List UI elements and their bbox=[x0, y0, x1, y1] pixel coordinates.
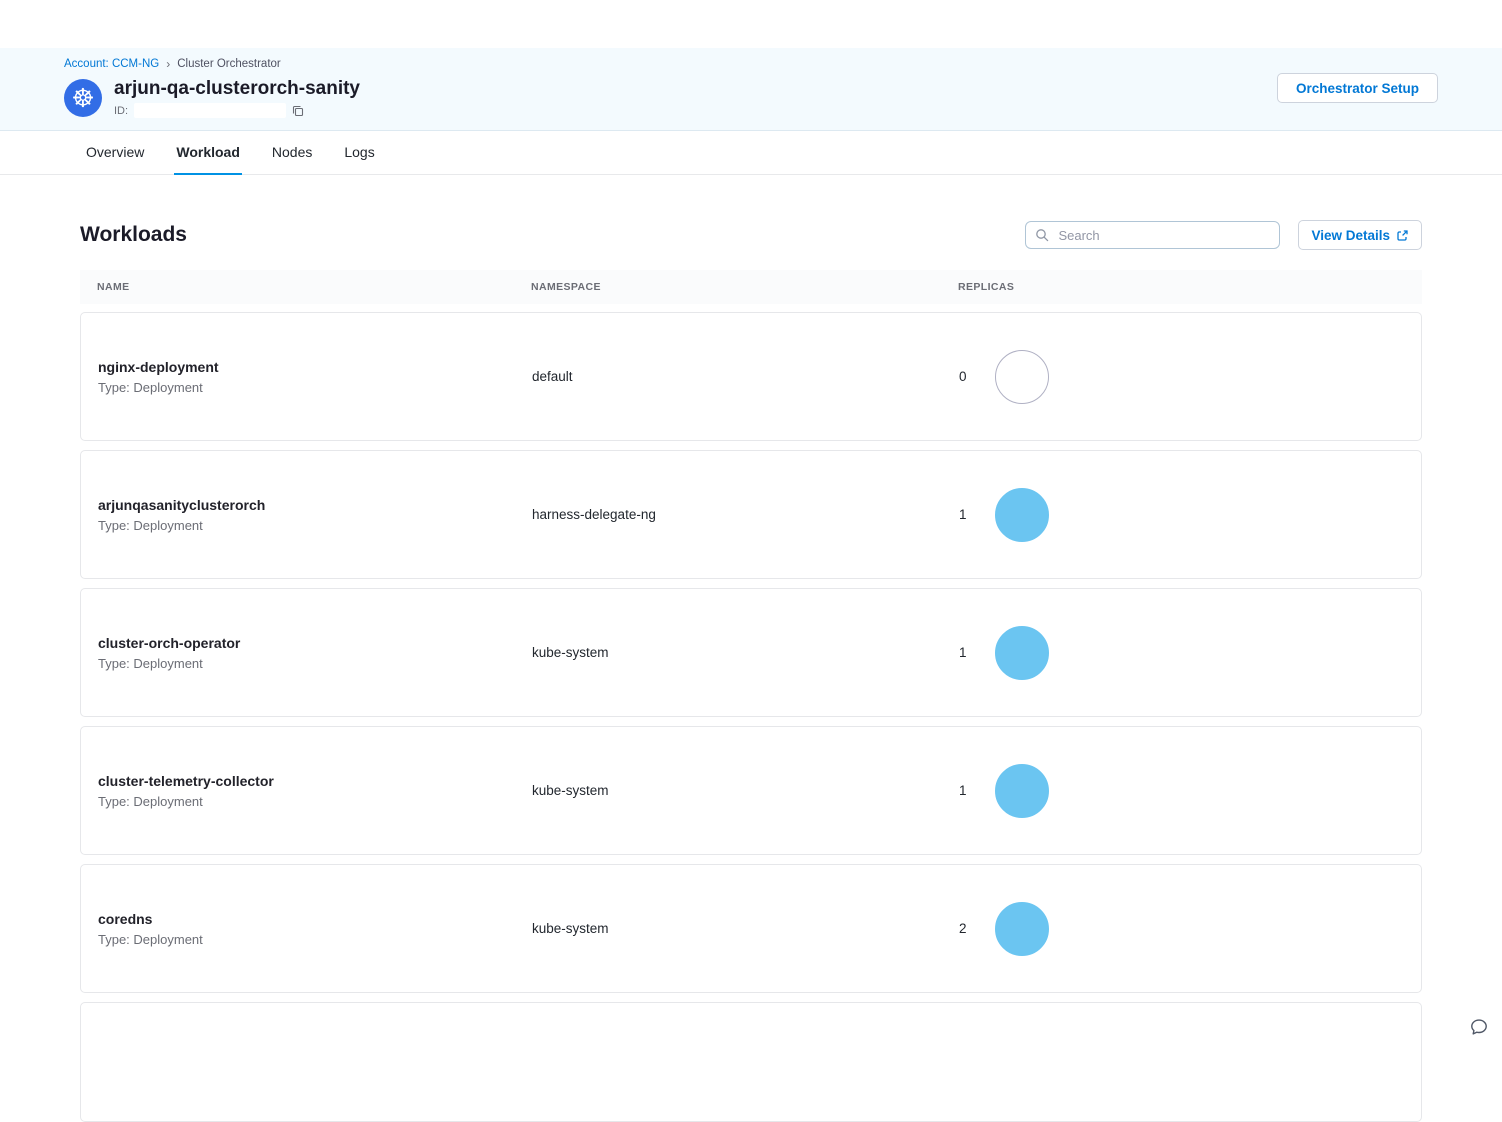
workloads-header: Workloads View Details bbox=[80, 220, 1422, 250]
tab-logs[interactable]: Logs bbox=[342, 131, 376, 175]
tab-workload[interactable]: Workload bbox=[174, 131, 242, 175]
workload-namespace: default bbox=[532, 369, 959, 384]
tab-bar: Overview Workload Nodes Logs bbox=[0, 131, 1502, 175]
kubernetes-icon: ☸ bbox=[64, 79, 102, 117]
search-input[interactable] bbox=[1056, 227, 1270, 244]
column-header-namespace: NAMESPACE bbox=[531, 281, 958, 293]
replica-status-circle bbox=[995, 488, 1049, 542]
workload-namespace: kube-system bbox=[532, 783, 959, 798]
replica-count: 1 bbox=[959, 645, 967, 660]
replica-count: 1 bbox=[959, 783, 967, 798]
cluster-id-redacted bbox=[134, 103, 286, 118]
replica-count: 0 bbox=[959, 369, 967, 384]
table-row[interactable]: nginx-deployment Type: Deployment defaul… bbox=[80, 312, 1422, 441]
workload-namespace: kube-system bbox=[532, 921, 959, 936]
workload-name-cell: arjunqasanityclusterorch Type: Deploymen… bbox=[98, 497, 532, 533]
replica-status-circle bbox=[995, 626, 1049, 680]
workload-replicas-cell: 1 bbox=[959, 488, 1404, 542]
cluster-id-label: ID: bbox=[114, 105, 128, 117]
workload-type: Type: Deployment bbox=[98, 380, 532, 395]
workload-name: nginx-deployment bbox=[98, 359, 532, 375]
view-details-button[interactable]: View Details bbox=[1298, 220, 1422, 250]
replica-status-circle bbox=[995, 764, 1049, 818]
workload-row-list: nginx-deployment Type: Deployment defaul… bbox=[80, 312, 1422, 993]
workload-name-cell: cluster-telemetry-collector Type: Deploy… bbox=[98, 773, 532, 809]
replica-status-circle bbox=[995, 902, 1049, 956]
workload-name-cell: coredns Type: Deployment bbox=[98, 911, 532, 947]
replica-status-circle bbox=[995, 350, 1049, 404]
workload-name: cluster-orch-operator bbox=[98, 635, 532, 651]
workload-type: Type: Deployment bbox=[98, 518, 532, 533]
workloads-panel: Workloads View Details NAME bbox=[0, 175, 1502, 1122]
external-link-icon bbox=[1396, 229, 1409, 242]
table-row[interactable]: cluster-telemetry-collector Type: Deploy… bbox=[80, 726, 1422, 855]
breadcrumb-chevron-icon: › bbox=[166, 58, 170, 70]
workload-replicas-cell: 0 bbox=[959, 350, 1404, 404]
page-header: Account: CCM-NG › Cluster Orchestrator ☸… bbox=[0, 48, 1502, 131]
workloads-title: Workloads bbox=[80, 223, 187, 247]
search-box[interactable] bbox=[1025, 221, 1280, 249]
chat-bubble-icon[interactable] bbox=[1469, 1017, 1489, 1037]
table-row[interactable]: arjunqasanityclusterorch Type: Deploymen… bbox=[80, 450, 1422, 579]
breadcrumb-account-link[interactable]: Account: CCM-NG bbox=[64, 58, 159, 70]
tab-overview[interactable]: Overview bbox=[84, 131, 146, 175]
replica-count: 2 bbox=[959, 921, 967, 936]
workload-name: coredns bbox=[98, 911, 532, 927]
workload-name: arjunqasanityclusterorch bbox=[98, 497, 532, 513]
tab-nodes[interactable]: Nodes bbox=[270, 131, 314, 175]
cluster-id-line: ID: bbox=[114, 103, 360, 118]
view-details-label: View Details bbox=[1311, 228, 1390, 243]
kubernetes-wheel-glyph: ☸ bbox=[71, 85, 94, 111]
replica-count: 1 bbox=[959, 507, 967, 522]
breadcrumb-current: Cluster Orchestrator bbox=[177, 58, 281, 70]
table-header: NAME NAMESPACE REPLICAS bbox=[80, 270, 1422, 304]
table-row-partial[interactable] bbox=[80, 1002, 1422, 1122]
workload-name: cluster-telemetry-collector bbox=[98, 773, 532, 789]
workload-type: Type: Deployment bbox=[98, 794, 532, 809]
column-header-name: NAME bbox=[97, 281, 531, 293]
workload-type: Type: Deployment bbox=[98, 656, 532, 671]
orchestrator-setup-button[interactable]: Orchestrator Setup bbox=[1277, 73, 1438, 103]
workload-namespace: kube-system bbox=[532, 645, 959, 660]
workload-namespace: harness-delegate-ng bbox=[532, 507, 959, 522]
workload-type: Type: Deployment bbox=[98, 932, 532, 947]
workload-replicas-cell: 2 bbox=[959, 902, 1404, 956]
search-icon bbox=[1035, 228, 1049, 242]
table-row[interactable]: coredns Type: Deployment kube-system 2 bbox=[80, 864, 1422, 993]
table-row[interactable]: cluster-orch-operator Type: Deployment k… bbox=[80, 588, 1422, 717]
copy-icon[interactable] bbox=[292, 105, 304, 117]
column-header-replicas: REPLICAS bbox=[958, 281, 1405, 293]
workload-name-cell: nginx-deployment Type: Deployment bbox=[98, 359, 532, 395]
page-title: arjun-qa-clusterorch-sanity bbox=[114, 77, 360, 100]
cluster-title-block: ☸ arjun-qa-clusterorch-sanity ID: bbox=[64, 77, 1438, 118]
breadcrumb: Account: CCM-NG › Cluster Orchestrator bbox=[64, 58, 1438, 70]
workload-replicas-cell: 1 bbox=[959, 626, 1404, 680]
workload-name-cell: cluster-orch-operator Type: Deployment bbox=[98, 635, 532, 671]
workload-replicas-cell: 1 bbox=[959, 764, 1404, 818]
